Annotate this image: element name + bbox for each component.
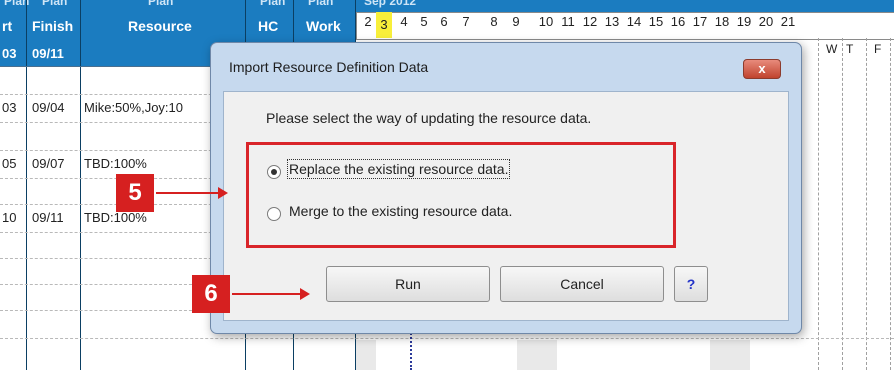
gantt-day-number: 17 [692,14,708,29]
gantt-day-number: 10 [538,14,554,29]
summary-finish[interactable]: 09/11 [32,46,64,61]
start-col-header[interactable]: rt [2,18,12,34]
gantt-grid-line [842,38,843,370]
hc-col-top: Plan [260,0,286,8]
column-divider [26,0,27,370]
weekend-shade [517,340,557,370]
weekday-label: T [846,42,854,56]
gantt-grid-line [890,38,891,370]
step-5-arrow [156,187,228,199]
row-finish[interactable]: 09/07 [32,156,65,171]
close-button[interactable]: x [743,59,781,79]
resource-col-header[interactable]: Resource [128,18,192,34]
row-resource[interactable]: Mike:50%,Joy:10 [84,100,183,115]
gantt-day-number: 16 [670,14,686,29]
step-5-callout: 5 [116,174,154,212]
resource-col-top: Plan [148,0,174,8]
finish-col-header[interactable]: Finish [32,18,73,34]
gantt-grid-line [818,38,819,370]
dialog-body: Please select the way of updating the re… [223,91,789,321]
weekend-shade [356,340,376,370]
column-divider [80,0,81,370]
work-col-header[interactable]: Work [306,18,341,34]
step-6-arrow [232,288,310,300]
weekday-label: W [826,42,838,56]
gantt-day-number: 5 [420,14,428,29]
weekend-shade [710,340,750,370]
gantt-day-number: 7 [462,14,470,29]
gantt-day-number: 15 [648,14,664,29]
work-col-top: Plan [308,0,334,8]
gantt-day-number: 21 [780,14,796,29]
month-label: Sep 2012 [364,0,417,8]
update-mode-group: Replace the existing resource data. Merg… [246,142,676,248]
row-finish[interactable]: 09/11 [32,210,64,225]
dialog-title: Import Resource Definition Data [229,59,429,75]
merge-radio[interactable] [267,207,281,221]
row-start[interactable]: 05 [2,156,16,171]
import-resource-dialog: Import Resource Definition Data x Please… [210,42,802,334]
row-start[interactable]: 03 [2,100,16,115]
gantt-day-number: 14 [626,14,642,29]
gantt-day-number: 6 [440,14,448,29]
row-finish[interactable]: 09/04 [32,100,65,115]
gantt-day-number: 13 [604,14,620,29]
gantt-day-number: 9 [512,14,520,29]
step-6-callout: 6 [192,275,230,313]
row-resource[interactable]: TBD:100% [84,210,147,225]
dialog-prompt: Please select the way of updating the re… [266,110,592,126]
gantt-day-number: 2 [364,14,372,29]
run-button[interactable]: Run [326,266,490,302]
help-button[interactable]: ? [674,266,708,302]
gantt-day-number: 20 [758,14,774,29]
gantt-grid-line [866,38,867,370]
gantt-day-number: 4 [400,14,408,29]
replace-radio[interactable] [267,165,281,179]
gantt-day-number: 8 [490,14,498,29]
gantt-day-number: 11 [561,14,575,29]
merge-option-label[interactable]: Merge to the existing resource data. [289,203,512,219]
close-icon: x [758,61,766,76]
weekday-label: F [874,42,882,56]
gantt-day-number: 19 [736,14,752,29]
radio-selected-dot [271,169,277,175]
summary-start[interactable]: 03 [2,46,16,61]
row-border [0,338,894,339]
gantt-day-number: 3 [376,12,392,38]
row-resource[interactable]: TBD:100% [84,156,147,171]
gantt-day-number: 12 [582,14,598,29]
row-start[interactable]: 10 [2,210,16,225]
hc-col-header[interactable]: HC [258,18,278,34]
finish-col-top: Plan [42,0,68,8]
replace-option-label[interactable]: Replace the existing resource data. [286,159,511,179]
gantt-day-number: 18 [714,14,730,29]
cancel-button[interactable]: Cancel [500,266,664,302]
